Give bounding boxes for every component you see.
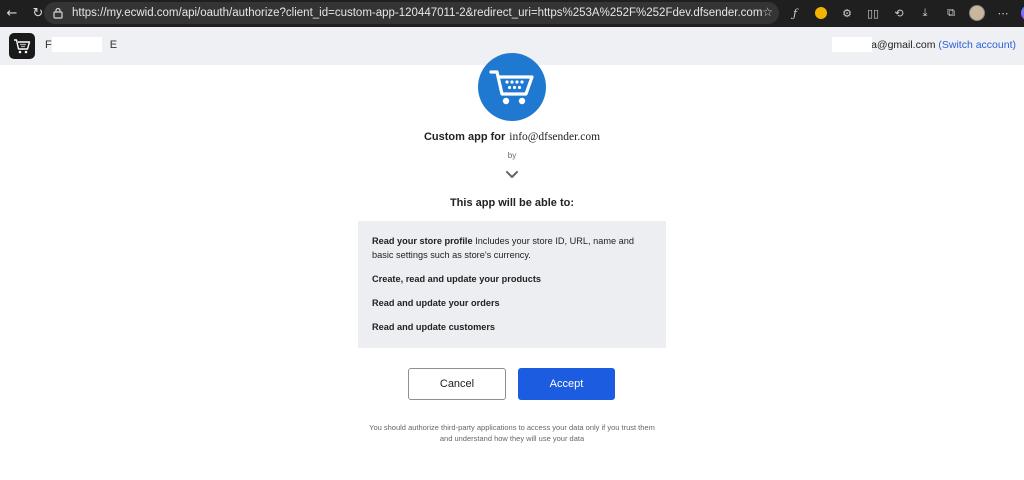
cancel-button[interactable]: Cancel	[408, 368, 506, 400]
extension-icon[interactable]	[812, 4, 830, 22]
custom-app-line: Custom app for info@dfsender.com	[0, 131, 1024, 143]
permission-item: Read and update your orders	[372, 296, 652, 310]
switch-account-link[interactable]: (Switch account)	[938, 39, 1016, 51]
browser-extension-icons: ƒ ⚙ ▯▯ ⟲ ⤓ ⧉ ⋯	[786, 4, 1024, 22]
profile-icon[interactable]	[968, 4, 986, 22]
split-screen-icon[interactable]: ▯▯	[864, 4, 882, 22]
back-icon[interactable]: ←	[2, 4, 22, 24]
download-icon[interactable]: ⤓	[916, 4, 934, 22]
copilot-icon[interactable]	[1020, 4, 1024, 22]
chevron-down-icon[interactable]	[504, 168, 520, 180]
app-logo-icon	[478, 53, 546, 121]
redacted-block	[832, 37, 872, 52]
font-icon[interactable]: ƒ	[786, 4, 804, 22]
store-name-start: F	[45, 39, 52, 51]
permission-item: Read and update customers	[372, 320, 652, 334]
store-name-end: E	[109, 39, 118, 51]
lock-icon[interactable]	[50, 5, 66, 21]
permissions-heading: This app will be able to:	[449, 197, 575, 209]
browser-toolbar: ← ↻ https://my.ecwid.com/api/oauth/autho…	[0, 0, 1024, 27]
authorization-footnote: You should authorize third-party applica…	[369, 423, 655, 443]
history-icon[interactable]: ⟲	[890, 4, 908, 22]
screenshot-icon[interactable]: ⧉	[942, 4, 960, 22]
redacted-block	[52, 37, 102, 52]
ecwid-logo-icon[interactable]	[9, 33, 35, 59]
custom-app-label: Custom app for	[423, 131, 506, 143]
puzzle-icon[interactable]: ⚙	[838, 4, 856, 22]
permission-title: Read your store profile	[372, 236, 473, 246]
more-icon[interactable]: ⋯	[994, 4, 1012, 22]
by-label: by	[507, 151, 517, 160]
permission-title: Read and update customers	[372, 322, 496, 332]
custom-app-email: info@dfsender.com	[509, 131, 601, 143]
url-text[interactable]: https://my.ecwid.com/api/oauth/authorize…	[72, 7, 762, 19]
address-bar[interactable]: https://my.ecwid.com/api/oauth/authorize…	[44, 2, 779, 24]
account-info: +usa@gmail.com (Switch account)	[854, 39, 1016, 51]
star-icon[interactable]: ☆	[762, 5, 773, 19]
permission-item: Create, read and update your products	[372, 272, 652, 286]
permissions-list: Read your store profile Includes your st…	[358, 221, 666, 348]
permission-title: Create, read and update your products	[372, 274, 541, 284]
permission-title: Read and update your orders	[372, 298, 500, 308]
permission-item: Read your store profile Includes your st…	[372, 234, 652, 262]
accept-button[interactable]: Accept	[518, 368, 615, 400]
